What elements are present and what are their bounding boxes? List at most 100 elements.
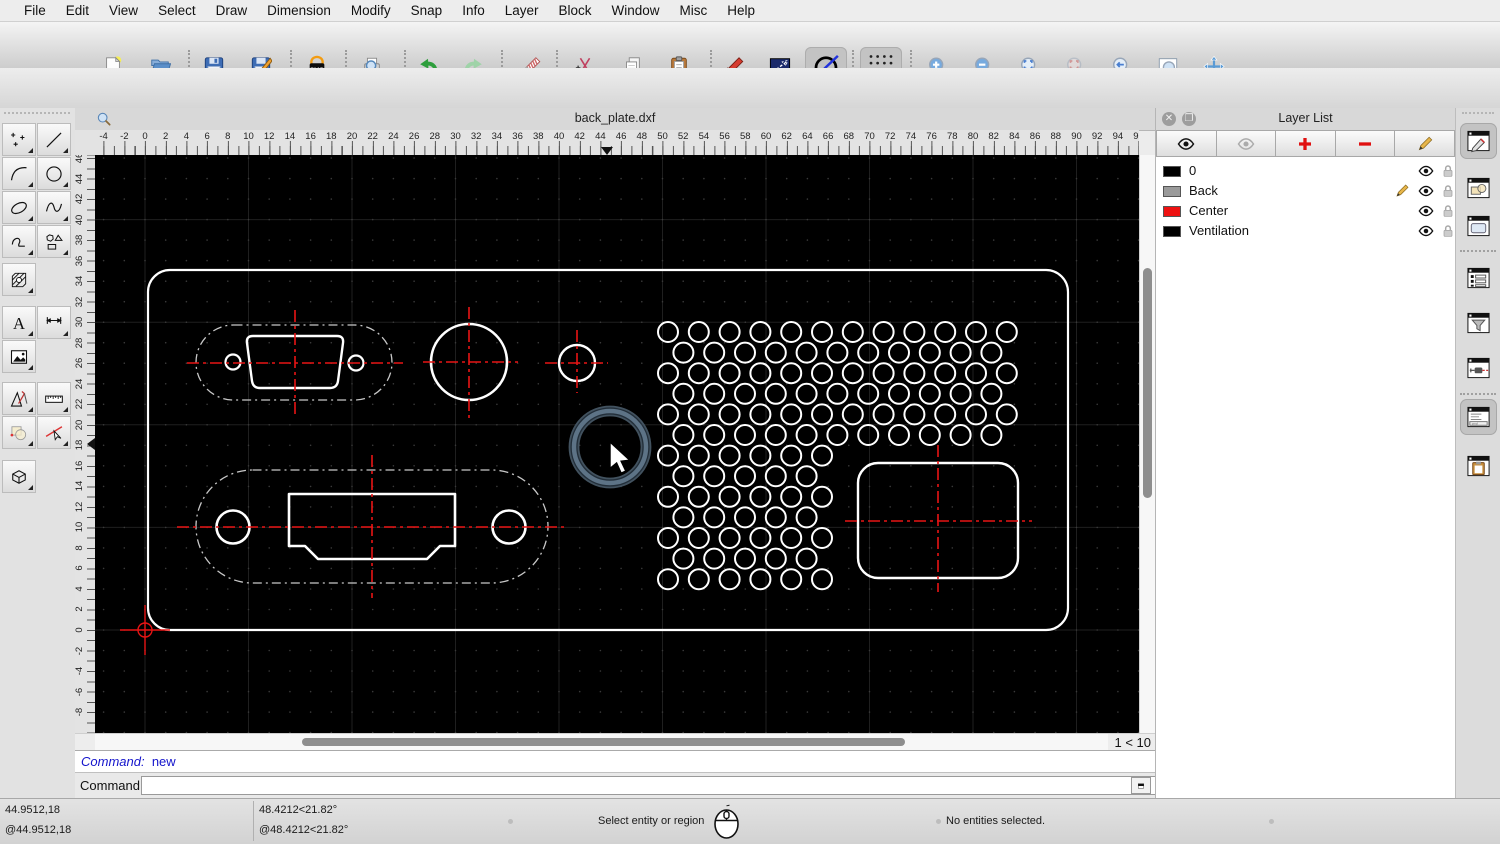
box3d-icon xyxy=(9,464,29,490)
menu-view[interactable]: View xyxy=(99,0,148,22)
scrollbar-thumb[interactable] xyxy=(1143,268,1152,498)
polyline-tool-button[interactable] xyxy=(2,225,36,258)
menu-layer[interactable]: Layer xyxy=(495,0,549,22)
menu-misc[interactable]: Misc xyxy=(670,0,718,22)
menu-block[interactable]: Block xyxy=(549,0,602,22)
ruler-number: 28 xyxy=(430,131,441,142)
ruler-number: 60 xyxy=(761,131,772,142)
selection-filter-panel-button[interactable] xyxy=(1460,305,1497,341)
menu-draw[interactable]: Draw xyxy=(206,0,258,22)
ruler-number: 38 xyxy=(533,131,544,142)
line-tool-button[interactable] xyxy=(37,123,71,156)
statusbar-divider xyxy=(253,801,254,841)
ruler-number: 92 xyxy=(1092,131,1103,142)
ruler-number: 44 xyxy=(595,131,606,142)
text-tool-button[interactable]: A xyxy=(2,306,36,339)
menu-dimension[interactable]: Dimension xyxy=(257,0,341,22)
hatch-tool-button[interactable] xyxy=(2,263,36,296)
layer-lock-icon[interactable] xyxy=(1440,203,1456,219)
command-line-panel-button[interactable]: cmd xyxy=(1460,399,1497,435)
command-history-text: new xyxy=(152,754,176,769)
menu-bar: FileEditViewSelectDrawDimensionModifySna… xyxy=(0,0,1500,22)
circle-tool-button[interactable] xyxy=(37,157,71,190)
menu-snap[interactable]: Snap xyxy=(401,0,453,22)
ruler-number: 80 xyxy=(968,131,979,142)
menu-window[interactable]: Window xyxy=(602,0,670,22)
menu-edit[interactable]: Edit xyxy=(56,0,99,22)
modify-tool-button[interactable] xyxy=(2,416,36,449)
arc-tool-button[interactable] xyxy=(2,157,36,190)
entity-list-panel-button[interactable] xyxy=(1460,260,1497,296)
ruler-number: 0 xyxy=(142,131,147,142)
ruler-number: 6 xyxy=(204,131,209,142)
remove-layer-button[interactable] xyxy=(1336,130,1396,157)
shapes-tool-button[interactable] xyxy=(37,225,71,258)
drafting-tool-button[interactable] xyxy=(2,382,36,415)
layer-lock-icon[interactable] xyxy=(1440,223,1456,239)
document-title: back_plate.dxf xyxy=(75,111,1155,125)
layer-row-center[interactable]: Center xyxy=(1156,201,1455,221)
menu-modify[interactable]: Modify xyxy=(341,0,401,22)
dock-filter-icon xyxy=(1466,308,1491,338)
command-keyboard-toggle-button[interactable] xyxy=(1131,777,1151,794)
arc-icon xyxy=(9,161,29,187)
ruler-number: 36 xyxy=(512,131,523,142)
points-tool-button[interactable] xyxy=(2,123,36,156)
spline-tool-button[interactable] xyxy=(37,191,71,224)
ruler-number: 64 xyxy=(802,131,813,142)
command-prompt-label: Command: xyxy=(80,778,144,793)
image-tool-button[interactable] xyxy=(2,340,36,373)
hide-all-layers-button[interactable] xyxy=(1217,130,1277,157)
library-browser-panel-button[interactable] xyxy=(1460,208,1497,244)
layer-lock-icon[interactable] xyxy=(1440,183,1456,199)
add-layer-button[interactable] xyxy=(1276,130,1336,157)
ruler-number: 62 xyxy=(781,131,792,142)
edit-layer-button[interactable] xyxy=(1395,130,1455,157)
scrollbar-thumb[interactable] xyxy=(302,738,905,746)
layer-row-0[interactable]: 0 xyxy=(1156,161,1455,181)
menu-help[interactable]: Help xyxy=(717,0,765,22)
dimension-tool-button[interactable] xyxy=(37,306,71,339)
ellipse-tool-button[interactable] xyxy=(2,191,36,224)
drawing-canvas[interactable] xyxy=(95,155,1139,733)
horizontal-scrollbar-row: 1 < 10 xyxy=(75,733,1155,750)
connections-panel-button[interactable] xyxy=(1460,350,1497,386)
clipboard-panel-button[interactable] xyxy=(1460,448,1497,484)
menu-select[interactable]: Select xyxy=(148,0,206,22)
dock-separator xyxy=(1460,393,1496,395)
horizontal-scrollbar[interactable] xyxy=(95,734,1108,750)
dock-command-icon: cmd xyxy=(1466,402,1491,432)
command-input[interactable] xyxy=(141,776,1201,795)
show-all-layers-button[interactable] xyxy=(1156,130,1217,157)
layer-row-ventilation[interactable]: Ventilation xyxy=(1156,221,1455,241)
horizontal-ruler: -4-2024681012141618202224262830323436384… xyxy=(75,130,1139,156)
box3d-tool-button[interactable] xyxy=(2,460,36,493)
ruler-number: 96 xyxy=(1133,131,1139,142)
mouse-hint-icon xyxy=(713,803,740,840)
command-history: Command: new xyxy=(75,750,1155,772)
dock-list-icon xyxy=(1466,263,1491,293)
ruler-number: 50 xyxy=(657,131,668,142)
ruler-number: 82 xyxy=(988,131,999,142)
layer-lock-icon[interactable] xyxy=(1440,163,1456,179)
layer-visibility-eye-icon[interactable] xyxy=(1418,223,1434,239)
layer-color-swatch xyxy=(1163,226,1181,237)
block-list-panel-button[interactable] xyxy=(1460,170,1497,206)
layer-row-back[interactable]: Back xyxy=(1156,181,1455,201)
layer-visibility-eye-icon[interactable] xyxy=(1418,183,1434,199)
layer-name: Back xyxy=(1189,183,1218,198)
layer-visibility-eye-icon[interactable] xyxy=(1418,203,1434,219)
layer-visibility-eye-icon[interactable] xyxy=(1418,163,1434,179)
measure-tool-button[interactable] xyxy=(37,382,71,415)
ruler-number: 42 xyxy=(574,131,585,142)
menu-file[interactable]: File xyxy=(14,0,56,22)
vertical-ruler: 4644424038363432302826242220181614121086… xyxy=(75,155,96,733)
ruler-number: 76 xyxy=(926,131,937,142)
layer-list-panel-button[interactable] xyxy=(1460,123,1497,159)
vertical-scrollbar[interactable] xyxy=(1139,155,1155,733)
select-entity-tool-button[interactable] xyxy=(37,416,71,449)
ruler-number: 24 xyxy=(388,131,399,142)
svg-text:A: A xyxy=(13,313,25,332)
menu-info[interactable]: Info xyxy=(452,0,495,22)
ruler-number: 84 xyxy=(1009,131,1020,142)
